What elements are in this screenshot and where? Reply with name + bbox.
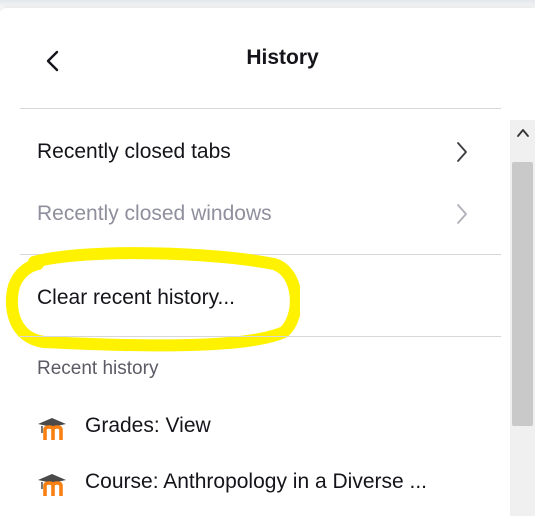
chevron-left-icon xyxy=(46,50,59,72)
history-item-label: Grades: View xyxy=(85,414,211,437)
history-item[interactable]: Course: Anthropology in a Diverse ... xyxy=(0,460,500,506)
panel-header: History xyxy=(0,8,535,108)
recently-closed-windows-item[interactable]: Recently closed windows xyxy=(0,190,500,238)
moodle-icon xyxy=(38,418,66,440)
recently-closed-tabs-item[interactable]: Recently closed tabs xyxy=(0,128,500,176)
recently-closed-windows-label: Recently closed windows xyxy=(37,202,272,225)
chevron-right-icon xyxy=(452,200,472,228)
scrollbar-thumb[interactable] xyxy=(512,162,533,426)
moodle-icon xyxy=(38,474,66,496)
recent-history-heading: Recent history xyxy=(37,358,159,379)
history-panel: History Recently closed tabs Recently cl… xyxy=(0,8,535,516)
recently-closed-tabs-label: Recently closed tabs xyxy=(37,140,231,163)
chevron-up-icon xyxy=(516,129,529,137)
history-item[interactable]: Grades: View xyxy=(0,404,500,450)
scroll-up-button[interactable] xyxy=(510,120,535,146)
back-button[interactable] xyxy=(40,48,66,74)
page-title: History xyxy=(246,46,319,69)
menu-divider xyxy=(20,254,501,255)
chevron-right-icon xyxy=(452,138,472,166)
clear-recent-history-label: Clear recent history... xyxy=(37,286,236,309)
history-divider xyxy=(20,336,501,337)
clear-recent-history-item[interactable]: Clear recent history... xyxy=(0,274,500,322)
scrollbar[interactable] xyxy=(510,120,535,516)
history-panel-screen: History Recently closed tabs Recently cl… xyxy=(0,0,535,516)
history-item-label: Course: Anthropology in a Diverse ... xyxy=(85,470,428,493)
header-divider xyxy=(20,108,501,109)
